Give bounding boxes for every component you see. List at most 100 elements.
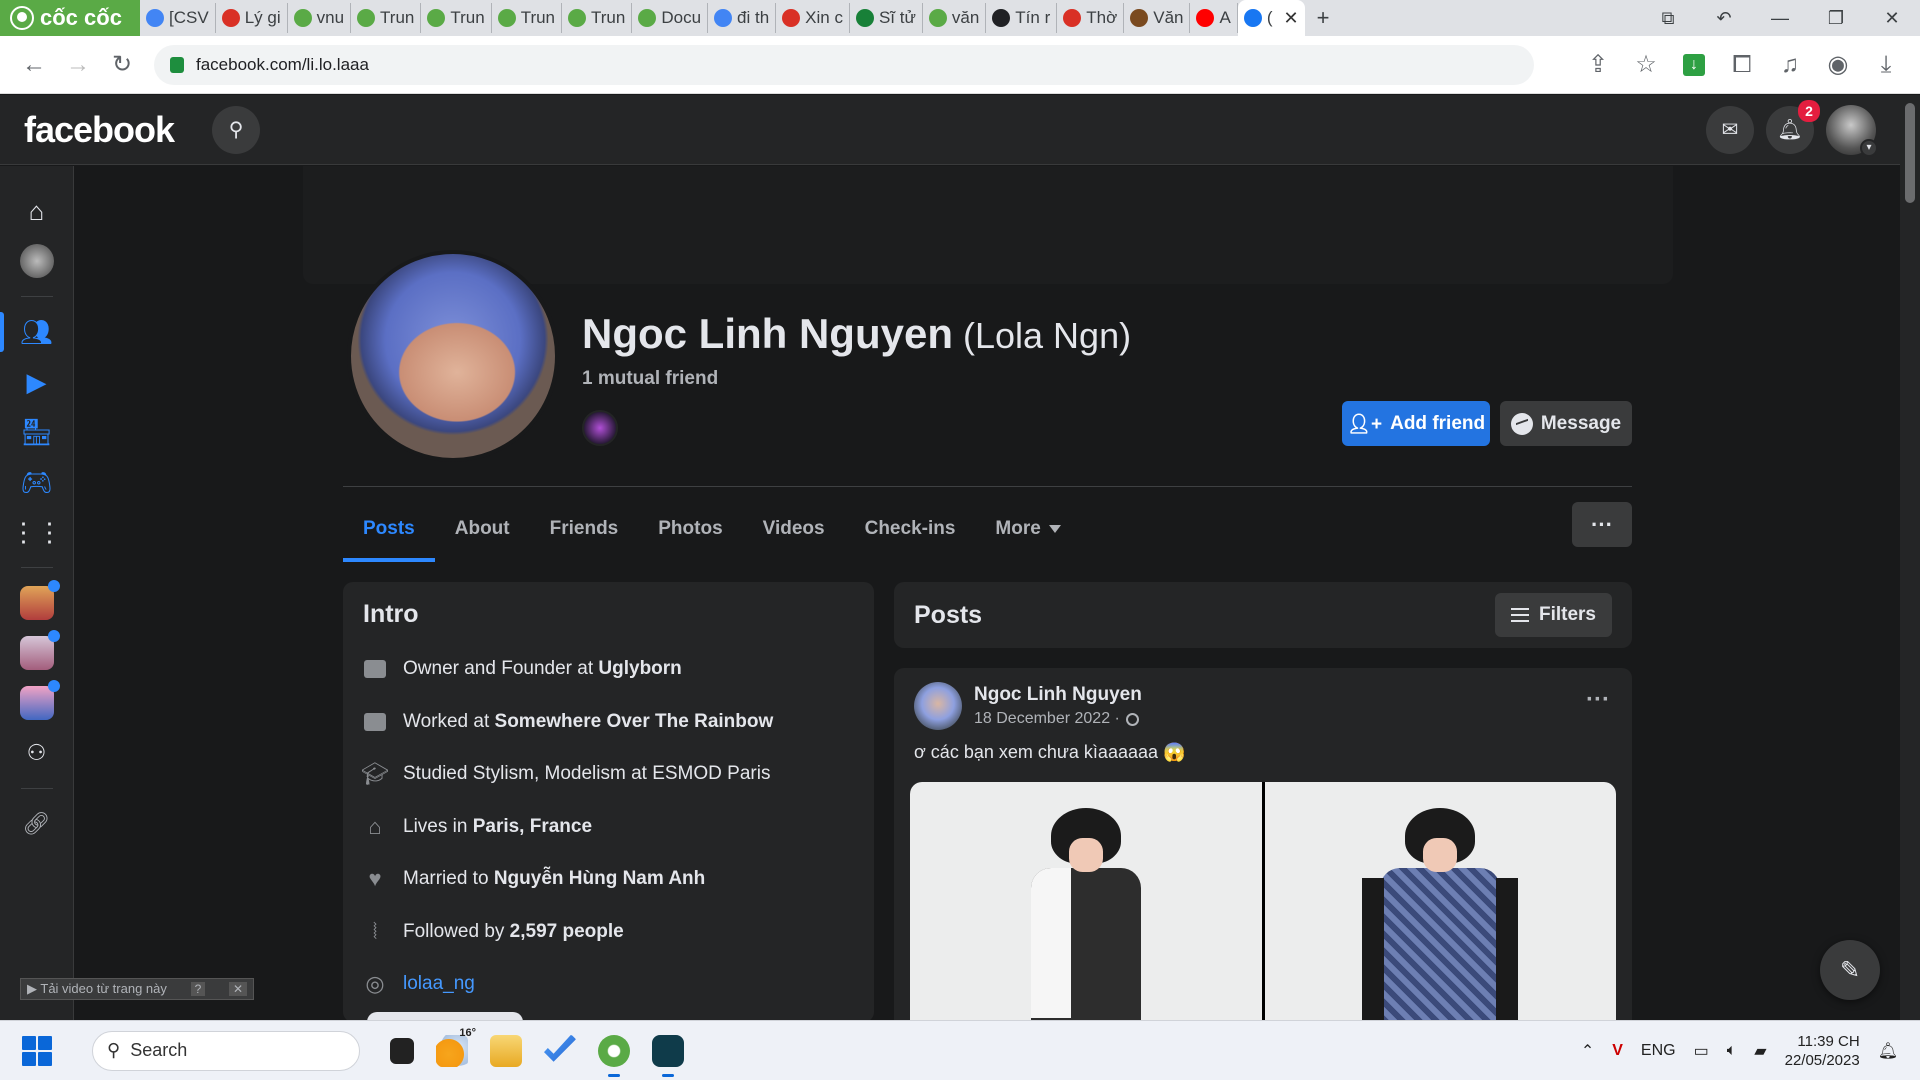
- tab-search-icon[interactable]: ⧉: [1640, 8, 1696, 29]
- volume-icon[interactable]: 🔈︎: [1727, 1042, 1737, 1060]
- close-tab-icon[interactable]: ✕: [1284, 8, 1299, 29]
- app-taskbar-icon[interactable]: [652, 1034, 684, 1077]
- post-author-name[interactable]: Ngoc Linh Nguyen: [974, 684, 1142, 706]
- media-icon[interactable]: ♫: [1768, 43, 1812, 87]
- taskbar-search[interactable]: ⚲ Search: [92, 1030, 360, 1071]
- tab-posts[interactable]: Posts: [343, 496, 435, 562]
- tab-about[interactable]: About: [435, 496, 530, 562]
- bookmark-star-icon[interactable]: ☆: [1624, 43, 1668, 87]
- nav-marketplace[interactable]: 🏪︎: [17, 412, 57, 452]
- start-button[interactable]: [22, 1035, 52, 1066]
- language-indicator[interactable]: ENG: [1641, 1042, 1676, 1060]
- browser-tab[interactable]: đi th: [708, 3, 777, 33]
- browser-tab[interactable]: Lý gi: [216, 3, 288, 33]
- nav-menu[interactable]: ⋮⋮: [11, 512, 63, 552]
- chevron-up-icon[interactable]: ⌃: [1581, 1041, 1594, 1061]
- battery-icon[interactable]: ▰: [1754, 1041, 1766, 1061]
- browser-tab[interactable]: Trun: [492, 3, 563, 33]
- profile-more-options-button[interactable]: ···: [1572, 502, 1632, 547]
- weather-icon[interactable]: 16°: [436, 1027, 476, 1067]
- notifications-button[interactable]: 🔔︎ 2: [1766, 99, 1820, 154]
- back-forward-cache-icon[interactable]: ↶: [1696, 8, 1752, 29]
- notification-bell-icon[interactable]: 🔔︎: [1878, 1041, 1898, 1061]
- nav-groups[interactable]: ⚇: [17, 733, 57, 773]
- intro-highlight[interactable]: 2,597 people: [510, 921, 624, 942]
- intro-highlight[interactable]: Uglyborn: [598, 658, 681, 679]
- intro-highlight[interactable]: Nguyễn Hùng Nam Anh: [494, 868, 705, 889]
- filters-button[interactable]: Filters: [1494, 593, 1612, 637]
- nav-links[interactable]: 🔗︎: [17, 804, 57, 844]
- nav-watch[interactable]: ▶: [17, 362, 57, 402]
- instagram-link[interactable]: lolaa_ng: [403, 973, 475, 995]
- forward-button[interactable]: →: [56, 43, 100, 87]
- minimize-button[interactable]: —: [1752, 8, 1808, 29]
- maximize-button[interactable]: ❐: [1808, 8, 1864, 29]
- message-button[interactable]: Message: [1500, 401, 1632, 446]
- browser-tab[interactable]: Tín r: [986, 3, 1058, 33]
- video-download-overlay[interactable]: ▶ Tải video từ trang này ? ✕: [20, 978, 254, 1000]
- post-author-avatar[interactable]: [914, 682, 962, 730]
- profile-icon[interactable]: ◉: [1816, 43, 1860, 87]
- coccoc-taskbar-icon[interactable]: [598, 1034, 630, 1077]
- close-window-button[interactable]: ✕: [1864, 8, 1920, 29]
- help-icon[interactable]: ?: [190, 982, 206, 996]
- post-photo[interactable]: [1264, 782, 1616, 1028]
- intro-highlight[interactable]: Paris, France: [473, 816, 592, 837]
- browser-tab[interactable]: văn: [923, 3, 987, 33]
- file-explorer-icon[interactable]: [490, 1034, 522, 1067]
- browser-tab[interactable]: Văn: [1124, 3, 1191, 33]
- tab-videos[interactable]: Videos: [743, 496, 845, 562]
- browser-tab[interactable]: [CSV: [140, 3, 216, 33]
- todo-icon[interactable]: [544, 1034, 576, 1062]
- task-view-icon[interactable]: [390, 1037, 414, 1064]
- nav-group-1[interactable]: [17, 580, 60, 623]
- nav-friends[interactable]: 👥︎: [0, 312, 57, 352]
- profile-picture[interactable]: [347, 250, 559, 462]
- nav-home[interactable]: ⌂: [17, 191, 57, 231]
- post-options-button[interactable]: ···: [1586, 686, 1610, 714]
- mutual-friends-link[interactable]: 1 mutual friend: [582, 368, 718, 390]
- nav-profile[interactable]: [17, 241, 57, 281]
- browser-tab[interactable]: Docu: [632, 3, 709, 33]
- browser-tab[interactable]: Thờ: [1057, 3, 1125, 33]
- address-bar[interactable]: facebook.com/li.lo.laaa: [154, 44, 1534, 85]
- new-message-button[interactable]: ✎: [1820, 940, 1880, 1000]
- browser-tab[interactable]: A: [1190, 3, 1238, 33]
- tab-friends[interactable]: Friends: [530, 496, 639, 562]
- messenger-button[interactable]: ✉: [1706, 105, 1754, 154]
- nav-group-2[interactable]: [17, 630, 60, 673]
- clock[interactable]: 11:39 CH 22/05/2023: [1785, 1032, 1860, 1070]
- network-icon[interactable]: ▭: [1694, 1041, 1709, 1061]
- tab-more[interactable]: More: [975, 496, 1080, 562]
- browser-tab[interactable]: Trun: [562, 3, 633, 33]
- browser-tab[interactable]: vnu: [288, 3, 352, 33]
- account-avatar[interactable]: ▾: [1826, 104, 1878, 157]
- new-tab-button[interactable]: +: [1305, 5, 1342, 31]
- add-friend-button[interactable]: 👤︎+ Add friend: [1342, 401, 1490, 446]
- savior-download-icon[interactable]: ↓: [1672, 43, 1716, 87]
- browser-tab-active[interactable]: (✕: [1237, 0, 1305, 36]
- share-icon[interactable]: ⇪: [1576, 43, 1620, 87]
- nav-group-3[interactable]: [17, 680, 60, 723]
- browser-tab[interactable]: Trun: [351, 3, 422, 33]
- antivirus-icon[interactable]: V: [1612, 1042, 1623, 1060]
- nav-gaming[interactable]: 🎮︎: [17, 462, 57, 502]
- scroll-thumb[interactable]: [1905, 103, 1915, 203]
- browser-tab[interactable]: Xin c: [776, 3, 850, 33]
- reload-button[interactable]: ↻: [100, 43, 144, 87]
- post-photo[interactable]: [910, 782, 1262, 1028]
- mutual-friend-avatar[interactable]: [582, 410, 618, 446]
- tab-photos[interactable]: Photos: [638, 496, 742, 562]
- page-scrollbar[interactable]: [1900, 95, 1920, 1020]
- coccoc-brand-tab[interactable]: cốc cốc: [0, 0, 140, 36]
- browser-tab[interactable]: Sĩ tử: [850, 3, 923, 33]
- browser-tab[interactable]: Trun: [421, 3, 492, 33]
- fb-search-button[interactable]: ⚲: [212, 105, 261, 154]
- facebook-logo[interactable]: facebook: [24, 109, 175, 151]
- back-button[interactable]: ←: [12, 43, 56, 87]
- close-icon[interactable]: ✕: [228, 982, 247, 996]
- extensions-icon[interactable]: ⧠: [1720, 43, 1764, 87]
- intro-highlight[interactable]: Somewhere Over The Rainbow: [495, 711, 774, 732]
- downloads-icon[interactable]: ⤓: [1864, 43, 1908, 87]
- tab-check-ins[interactable]: Check-ins: [845, 496, 976, 562]
